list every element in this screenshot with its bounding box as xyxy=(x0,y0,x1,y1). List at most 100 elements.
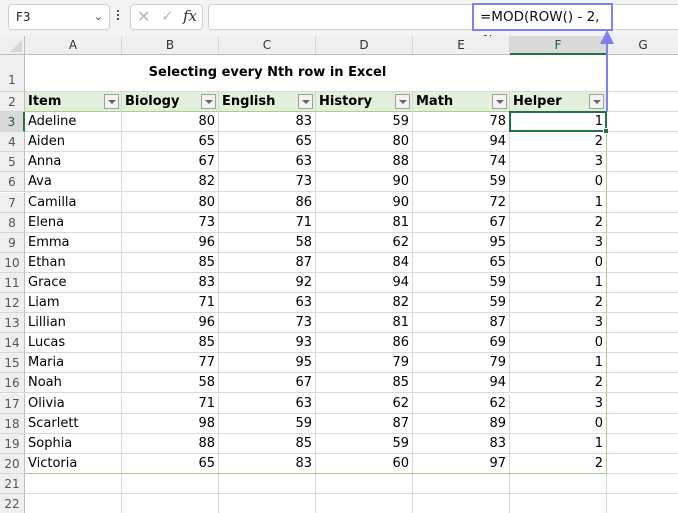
empty-cell[interactable] xyxy=(607,414,678,434)
empty-cell[interactable] xyxy=(413,473,510,494)
row-header-14[interactable]: 14 xyxy=(0,333,25,354)
value-cell[interactable]: 80 xyxy=(122,192,219,213)
row-header-20[interactable]: 20 xyxy=(0,453,25,474)
item-name-cell[interactable]: Grace xyxy=(25,272,122,293)
value-cell[interactable]: 73 xyxy=(219,172,316,193)
value-cell[interactable]: 83 xyxy=(219,112,316,133)
value-cell[interactable]: 63 xyxy=(219,393,316,414)
value-cell[interactable]: 74 xyxy=(413,152,510,173)
value-cell[interactable]: 83 xyxy=(122,272,219,293)
value-cell[interactable]: 71 xyxy=(122,293,219,314)
value-cell[interactable]: 77 xyxy=(122,353,219,374)
empty-cell[interactable] xyxy=(25,494,122,513)
value-cell[interactable]: 94 xyxy=(413,373,510,394)
value-cell[interactable]: 2 xyxy=(510,453,607,474)
item-name-cell[interactable]: Lucas xyxy=(25,333,122,354)
empty-cell[interactable] xyxy=(413,494,510,513)
item-name-cell[interactable]: Noah xyxy=(25,373,122,394)
empty-cell[interactable] xyxy=(607,353,678,374)
value-cell[interactable]: 69 xyxy=(413,333,510,354)
filter-dropdown-icon[interactable] xyxy=(395,94,410,109)
value-cell[interactable]: 1 xyxy=(510,353,607,374)
column-header-d[interactable]: D xyxy=(316,36,413,55)
empty-cell[interactable] xyxy=(607,152,678,173)
item-name-cell[interactable]: Adeline xyxy=(25,112,122,133)
item-name-cell[interactable]: Aiden xyxy=(25,132,122,153)
column-header-g[interactable]: G xyxy=(607,36,678,55)
value-cell[interactable]: 59 xyxy=(413,293,510,314)
value-cell[interactable]: 92 xyxy=(219,272,316,293)
value-cell[interactable]: 0 xyxy=(510,172,607,193)
value-cell[interactable]: 59 xyxy=(413,172,510,193)
value-cell[interactable]: 87 xyxy=(219,252,316,273)
value-cell[interactable]: 85 xyxy=(219,433,316,454)
item-name-cell[interactable]: Camilla xyxy=(25,192,122,213)
item-name-cell[interactable]: Anna xyxy=(25,152,122,173)
row-header-7[interactable]: 7 xyxy=(0,192,25,213)
value-cell[interactable]: 63 xyxy=(219,293,316,314)
empty-cell[interactable] xyxy=(607,394,678,414)
value-cell[interactable]: 58 xyxy=(219,232,316,253)
cancel-icon[interactable]: ✕ xyxy=(137,7,150,26)
value-cell[interactable]: 79 xyxy=(316,353,413,374)
row-header-2[interactable]: 2 xyxy=(0,92,25,113)
value-cell[interactable]: 71 xyxy=(219,212,316,233)
row-header-1[interactable]: 1 xyxy=(0,55,25,92)
value-cell[interactable]: 95 xyxy=(219,353,316,374)
column-header-e[interactable]: E xyxy=(413,36,510,55)
empty-cell[interactable] xyxy=(607,172,678,193)
filter-dropdown-icon[interactable] xyxy=(201,94,216,109)
value-cell[interactable]: 1 xyxy=(510,433,607,454)
chevron-down-icon[interactable]: ⌄ xyxy=(94,5,103,29)
table-header-history[interactable]: History xyxy=(316,92,413,113)
value-cell[interactable]: 87 xyxy=(316,413,413,434)
empty-cell[interactable] xyxy=(219,494,316,513)
empty-cell[interactable] xyxy=(316,473,413,494)
row-header-13[interactable]: 13 xyxy=(0,313,25,334)
name-box[interactable]: F3 ⌄ xyxy=(8,4,110,30)
empty-cell[interactable] xyxy=(607,55,678,92)
column-header-c[interactable]: C xyxy=(219,36,316,55)
empty-cell[interactable] xyxy=(607,132,678,153)
value-cell[interactable]: 0 xyxy=(510,252,607,273)
row-header-16[interactable]: 16 xyxy=(0,373,25,394)
empty-cell[interactable] xyxy=(607,233,678,253)
row-header-11[interactable]: 11 xyxy=(0,272,25,293)
value-cell[interactable]: 82 xyxy=(316,293,413,314)
item-name-cell[interactable]: Maria xyxy=(25,353,122,374)
value-cell[interactable]: 65 xyxy=(219,132,316,153)
value-cell[interactable]: 60 xyxy=(316,453,413,474)
filter-dropdown-icon[interactable] xyxy=(104,94,119,109)
filter-dropdown-icon[interactable] xyxy=(589,94,604,109)
row-header-9[interactable]: 9 xyxy=(0,232,25,253)
empty-cell[interactable] xyxy=(607,313,678,334)
row-header-15[interactable]: 15 xyxy=(0,353,25,374)
select-all-button[interactable] xyxy=(0,36,25,55)
row-header-5[interactable]: 5 xyxy=(0,152,25,173)
value-cell[interactable]: 72 xyxy=(413,192,510,213)
value-cell[interactable]: 94 xyxy=(316,272,413,293)
item-name-cell[interactable]: Lillian xyxy=(25,313,122,334)
row-header-22[interactable]: 22 xyxy=(0,494,25,513)
empty-cell[interactable] xyxy=(607,213,678,233)
value-cell[interactable]: 73 xyxy=(122,212,219,233)
value-cell[interactable]: 73 xyxy=(219,313,316,334)
table-header-english[interactable]: English xyxy=(219,92,316,113)
value-cell[interactable]: 3 xyxy=(510,393,607,414)
value-cell[interactable]: 3 xyxy=(510,152,607,173)
empty-cell[interactable] xyxy=(607,273,678,293)
value-cell[interactable]: 93 xyxy=(219,333,316,354)
empty-cell[interactable] xyxy=(219,473,316,494)
value-cell[interactable]: 81 xyxy=(316,313,413,334)
value-cell[interactable]: 63 xyxy=(219,152,316,173)
value-cell[interactable]: 62 xyxy=(316,232,413,253)
value-cell[interactable]: 85 xyxy=(122,252,219,273)
empty-cell[interactable] xyxy=(607,253,678,273)
value-cell[interactable]: 59 xyxy=(316,112,413,133)
item-name-cell[interactable]: Victoria xyxy=(25,453,122,474)
item-name-cell[interactable]: Sophia xyxy=(25,433,122,454)
table-header-helper[interactable]: Helper xyxy=(510,92,607,113)
item-name-cell[interactable]: Ethan xyxy=(25,252,122,273)
empty-cell[interactable] xyxy=(607,474,678,494)
filter-dropdown-icon[interactable] xyxy=(492,94,507,109)
